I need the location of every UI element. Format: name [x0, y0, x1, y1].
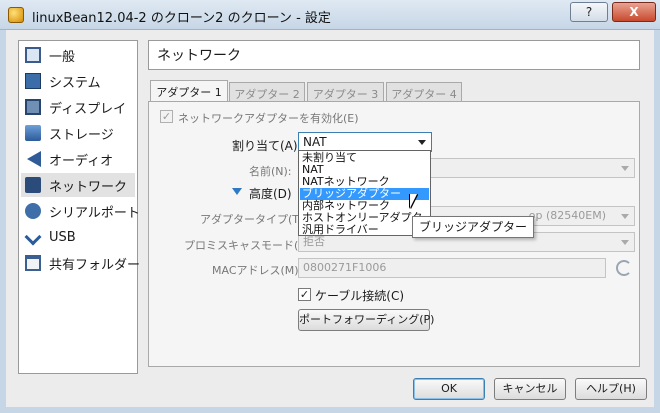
page-title: ネットワーク [157, 48, 241, 64]
sidebar-item-system[interactable]: システム [21, 69, 135, 93]
section-header: ネットワーク [148, 40, 640, 70]
serial-port-icon [25, 203, 41, 219]
tooltip: ブリッジアダプター [412, 216, 534, 238]
dropdown-option-generic-driver[interactable]: 汎用ドライバー [300, 224, 429, 236]
name-label: 名前(N): [249, 165, 292, 178]
enable-adapter-checkbox[interactable]: ✓ [160, 110, 173, 123]
sidebar-item-network[interactable]: ネットワーク [21, 173, 135, 197]
sidebar-item-general[interactable]: 一般 [21, 43, 135, 67]
chevron-down-icon [621, 166, 629, 171]
window-help-button[interactable]: ? [570, 2, 608, 22]
virtualbox-app-icon [8, 7, 24, 23]
sidebar-item-label: ネットワーク [49, 179, 128, 195]
system-icon [25, 73, 41, 89]
mac-address-input[interactable]: 0800271F1006 [298, 258, 606, 278]
sidebar-item-label: USB [49, 229, 76, 245]
refresh-mac-icon[interactable] [616, 260, 632, 276]
chevron-down-icon [621, 240, 629, 245]
attached-to-value: NAT [303, 135, 327, 149]
sidebar-item-label: シリアルポート [49, 205, 140, 221]
sidebar-item-label: システム [49, 75, 101, 91]
sidebar-item-label: ストレージ [49, 127, 114, 143]
network-icon [25, 177, 41, 193]
display-icon [25, 99, 41, 115]
tab-adapter-2[interactable]: アダプター 2 [229, 82, 305, 102]
cancel-button[interactable]: キャンセル [494, 378, 566, 400]
ok-button[interactable]: OK [413, 378, 485, 400]
settings-sidebar: 一般 システム ディスプレイ ストレージ オーディオ ネットワーク シリアルポー… [18, 40, 140, 374]
sidebar-item-storage[interactable]: ストレージ [21, 121, 135, 145]
promiscuous-mode-value: 拒否 [303, 235, 325, 248]
chevron-down-icon [418, 140, 426, 145]
window-title: linuxBean12.04-2 のクローン2 のクローン - 設定 [32, 11, 331, 26]
mac-address-label: MACアドレス(M): [212, 264, 303, 277]
shared-folder-icon [25, 255, 41, 271]
tab-adapter-3[interactable]: アダプター 3 [307, 82, 384, 102]
title-bar: linuxBean12.04-2 のクローン2 のクローン - 設定 ? X [0, 0, 660, 30]
tab-adapter-1[interactable]: アダプター 1 [150, 80, 228, 103]
tab-adapter-4[interactable]: アダプター 4 [386, 82, 462, 102]
adapter-type-label: アダプタータイプ(T): [200, 213, 308, 226]
mouse-cursor-icon [410, 194, 417, 208]
sidebar-item-usb[interactable]: USB [21, 225, 135, 249]
sidebar-item-shared-folders[interactable]: 共有フォルダー [21, 251, 140, 275]
advanced-expander-icon[interactable] [232, 188, 242, 195]
sidebar-item-label: ディスプレイ [49, 101, 127, 117]
sidebar-item-display[interactable]: ディスプレイ [21, 95, 135, 119]
window-close-button[interactable]: X [612, 2, 656, 22]
promiscuous-mode-label: プロミスキャスモード(P): [184, 239, 313, 252]
general-icon [25, 47, 41, 63]
sidebar-item-label: オーディオ [49, 153, 114, 169]
sidebar-item-audio[interactable]: オーディオ [21, 147, 135, 171]
usb-icon [24, 228, 42, 246]
attached-to-label: 割り当て(A): [232, 139, 302, 153]
sidebar-item-serial-port[interactable]: シリアルポート [21, 199, 140, 223]
enable-adapter-label: ネットワークアダプターを有効化(E) [178, 112, 359, 125]
port-forwarding-button[interactable]: ポートフォワーディング(P) [298, 309, 434, 331]
cable-connected-label: ケーブル接続(C) [315, 289, 405, 303]
sidebar-item-label: 一般 [49, 49, 76, 65]
chevron-down-icon [621, 214, 629, 219]
advanced-toggle[interactable]: 高度(D) [249, 185, 292, 202]
audio-icon [25, 151, 41, 167]
attached-to-select[interactable]: NAT [298, 132, 432, 152]
mac-address-value: 0800271F1006 [303, 261, 387, 274]
sidebar-item-label: 共有フォルダー [49, 257, 141, 273]
cable-connected-checkbox[interactable]: ✓ [298, 288, 311, 301]
help-button[interactable]: ヘルプ(H) [575, 378, 647, 400]
adapter-type-value: op (82540EM) [528, 209, 606, 222]
storage-icon [25, 125, 41, 141]
